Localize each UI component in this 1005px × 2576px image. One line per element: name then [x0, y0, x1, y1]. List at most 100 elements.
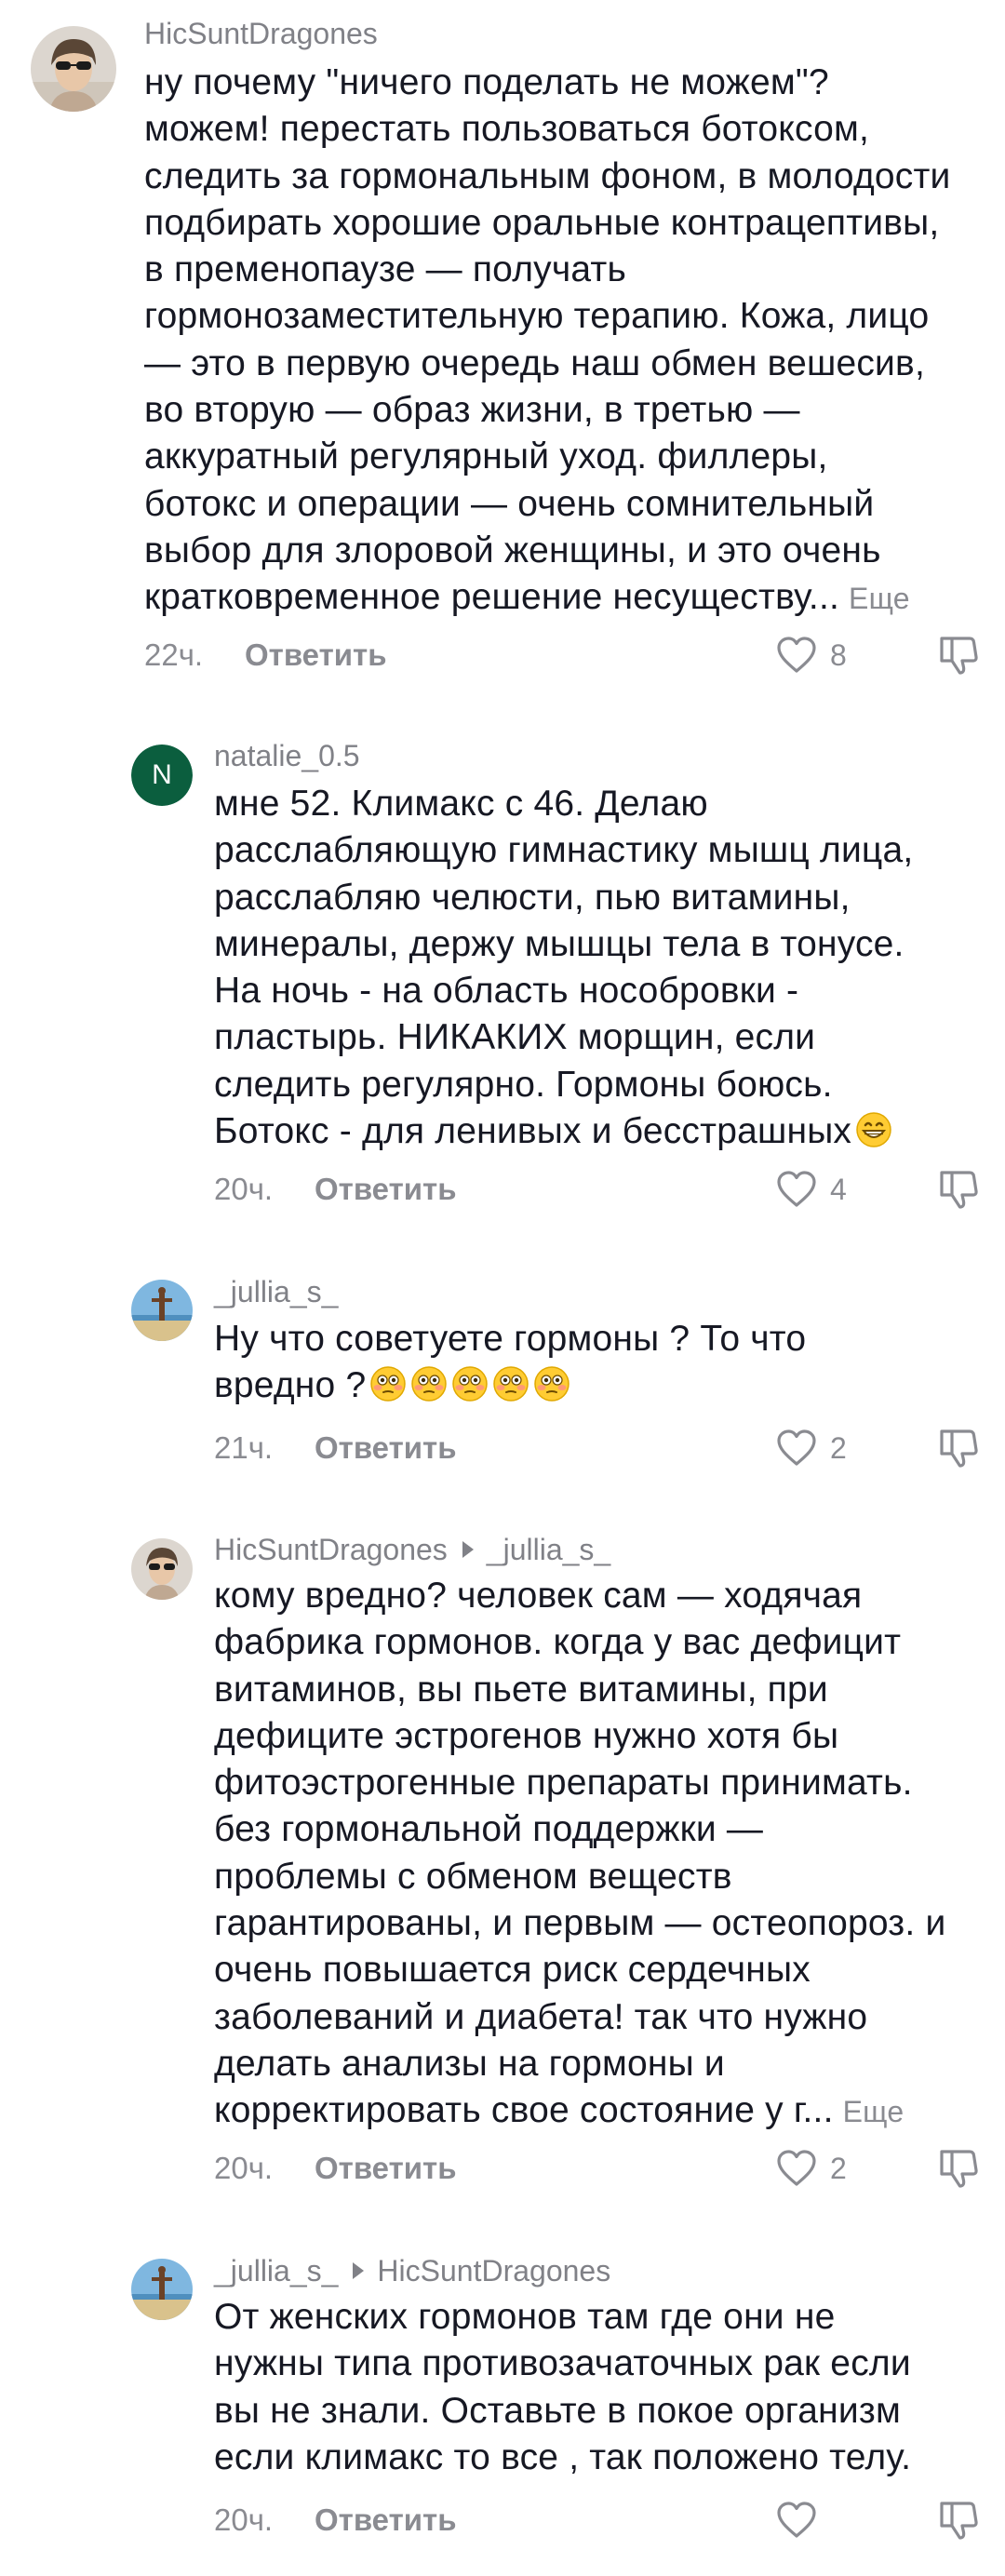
comment-line: в пременопаузе — получать [144, 249, 626, 290]
comment-line: минералы, держу мышцы тела в тонусе. [214, 923, 904, 964]
reply-button[interactable]: Ответить [315, 1430, 457, 1466]
comment-line: делать анализы на гормоны и [214, 2043, 725, 2084]
like-button[interactable]: 2 [776, 2146, 867, 2191]
comment-meta: 20ч. Ответить 4 [214, 1167, 1005, 1212]
comment-line: фабрика гормонов. когда у вас дефицит [214, 1622, 902, 1663]
comment-line: следить за гормональным фоном, в молодос… [144, 155, 951, 196]
comment-line: аккуратный регулярный уход. филлеры, [144, 436, 828, 477]
comment-line: вы не знали. Оставьте в покое организм [214, 2390, 901, 2431]
comment-time: 20ч. [214, 2502, 274, 2537]
comment-meta: 22ч. Ответить 8 [144, 633, 1005, 678]
flushed-face-icon [410, 1365, 448, 1402]
comment-line-text: корректировать свое состояние у г... [214, 2090, 834, 2131]
comment-line: дефиците эстрогенов нужно хотя бы [214, 1715, 839, 1756]
comment-line: корректировать свое состояние у г... Еще [214, 2087, 977, 2135]
comment-line: Ну что советуете гормоны ? То что [214, 1319, 807, 1359]
heart-icon [777, 2502, 816, 2538]
comment-line: проблемы с обменом веществ [214, 1856, 732, 1897]
avatar[interactable]: N [131, 745, 193, 806]
comment-username-row: natalie_0.5 [214, 737, 360, 774]
comment-line: вредно ? [214, 1362, 977, 1409]
comment-time: 22ч. [144, 637, 204, 672]
comment-line: От женских гормонов там где они не [214, 2297, 836, 2337]
comment-text: От женских гормонов там где они не нужны… [214, 2294, 977, 2481]
thumbs-down-icon [940, 2150, 978, 2188]
comment-line: фитоэстрогенные препараты принимать. [214, 1763, 913, 1804]
reply-arrow-icon [353, 2262, 365, 2279]
dislike-button[interactable] [938, 1426, 981, 1470]
comment-line: ну почему "ничего поделать не можем"? [144, 62, 829, 102]
comment-line: — это в первую очередь наш обмен вешесив… [144, 342, 925, 383]
comment-text: Ну что советуете гормоны ? То что вредно… [214, 1316, 977, 1410]
comment-line: гормонозаместительную терапию. Кожа, лиц… [144, 296, 930, 337]
flushed-face-icon [451, 1365, 489, 1402]
thumbs-down-icon [940, 1171, 978, 1209]
username[interactable]: HicSuntDragones [214, 1533, 448, 1567]
see-more-link[interactable]: Еще [849, 582, 910, 615]
like-button[interactable] [776, 2498, 867, 2542]
avatar[interactable] [131, 1538, 193, 1600]
comment-username-row: HicSuntDragones _jullia_s_ [214, 1531, 610, 1568]
comment-line-text: Ботокс - для ленивых и бесстрашных [214, 1111, 852, 1152]
comment-line: пластырь. НИКАКИХ морщин, если [214, 1017, 816, 1058]
comment-line: кому вредно? человек сам — ходячая [214, 1576, 863, 1616]
comment-line: нужны типа противозачаточных рак если [214, 2343, 911, 2384]
comment-line: во вторую — образ жизни, в третью — [144, 390, 800, 431]
avatar[interactable] [31, 26, 116, 112]
avatar-letter: N [131, 745, 193, 806]
avatar[interactable] [131, 2259, 193, 2320]
username[interactable]: natalie_0.5 [214, 739, 360, 773]
reply-to-username[interactable]: HicSuntDragones [377, 2254, 610, 2288]
comment-time: 20ч. [214, 1172, 274, 1206]
like-button[interactable]: 2 [776, 1426, 867, 1470]
comment-line: можем! перестать пользоваться ботоксом, [144, 109, 870, 150]
dislike-button[interactable] [938, 633, 981, 678]
comment-line: выбор для злоровой женщины, и это очень [144, 530, 881, 570]
comment-username-row: _jullia_s_ [214, 1273, 338, 1310]
username[interactable]: HicSuntDragones [144, 17, 378, 51]
reply-button[interactable]: Ответить [245, 637, 387, 673]
comment-line: без гормональной поддержки — [214, 1809, 764, 1850]
like-count: 8 [830, 637, 847, 672]
flushed-face-icon [492, 1365, 529, 1402]
like-count: 2 [830, 2151, 847, 2185]
flushed-face-emojis [366, 1365, 570, 1405]
like-count: 2 [830, 1430, 847, 1465]
reply-button[interactable]: Ответить [315, 2502, 457, 2538]
comment-line: если климакс то все , так положено телу. [214, 2436, 912, 2477]
flushed-face-icon [533, 1365, 570, 1402]
dislike-button[interactable] [938, 2146, 981, 2191]
comment-line: очень повышается риск сердечных [214, 1950, 811, 1991]
comment-line: мне 52. Климакс с 46. Делаю [214, 784, 708, 824]
like-count: 4 [830, 1172, 847, 1206]
like-button[interactable]: 8 [776, 633, 867, 678]
comment-line: кратковременное решение несуществу... Еще [144, 574, 977, 622]
flushed-face-icon [369, 1365, 407, 1402]
like-button[interactable]: 4 [776, 1167, 867, 1212]
username[interactable]: _jullia_s_ [214, 1275, 338, 1309]
grinning-face-icon [855, 1111, 892, 1148]
reply-button[interactable]: Ответить [315, 1172, 457, 1207]
heart-icon [777, 2150, 816, 2186]
comment-line: витаминов, вы пьете витамины, при [214, 1669, 828, 1710]
comment-text: мне 52. Климакс с 46. Делаю расслабляющу… [214, 781, 977, 1155]
reply-button[interactable]: Ответить [315, 2151, 457, 2186]
dislike-button[interactable] [938, 1167, 981, 1212]
thumbs-down-icon [940, 1429, 978, 1468]
comment-username-row: HicSuntDragones [144, 15, 378, 52]
comment-line-text: кратковременное решение несуществу... [144, 577, 840, 618]
comment-meta: 20ч. Ответить 2 [214, 2146, 1005, 2191]
avatar[interactable] [131, 1280, 193, 1341]
comment-username-row: _jullia_s_ HicSuntDragones [214, 2252, 610, 2289]
comment-line: следить регулярно. Гормоны боюсь. [214, 1064, 833, 1105]
see-more-link[interactable]: Еще [843, 2095, 904, 2128]
username[interactable]: _jullia_s_ [214, 2254, 338, 2288]
comment-line: Ботокс - для ленивых и бесстрашных [214, 1108, 977, 1155]
heart-icon [777, 1429, 816, 1466]
comment-meta: 21ч. Ответить 2 [214, 1426, 1005, 1470]
thumbs-down-icon [940, 2502, 978, 2540]
reply-to-username[interactable]: _jullia_s_ [487, 1533, 610, 1567]
dislike-button[interactable] [938, 2498, 981, 2542]
heart-icon [777, 637, 816, 673]
comment-line: расслабляющую гимнастику мышц лица, [214, 830, 914, 871]
